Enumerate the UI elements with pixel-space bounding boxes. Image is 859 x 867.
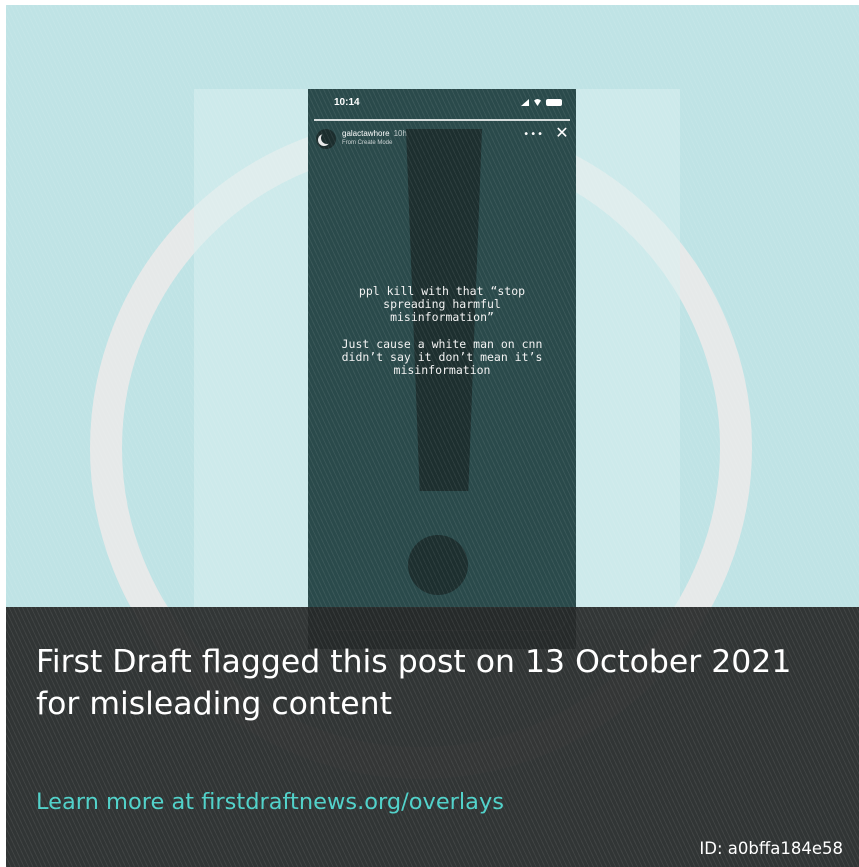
story-text: ppl kill with that “stop spreading harmf…: [332, 285, 552, 391]
battery-icon: [546, 99, 562, 106]
signal-icon: [521, 99, 529, 106]
story-age: 10h: [393, 129, 407, 138]
story-username[interactable]: galactawhore 10h: [342, 129, 407, 138]
status-time: 10:14: [334, 97, 360, 108]
story-subline: From Create Mode: [342, 140, 393, 146]
avatar[interactable]: [316, 129, 336, 149]
flag-overlay-banner: First Draft flagged this post on 13 Octo…: [6, 607, 859, 867]
flagged-post-card: 10:14 galactawhore 10h From Create Mode •…: [6, 5, 859, 867]
status-bar: 10:14: [308, 95, 576, 113]
status-icons: [521, 99, 562, 106]
story-screenshot: 10:14 galactawhore 10h From Create Mode •…: [308, 89, 576, 649]
post-id: ID: a0bffa184e58: [699, 839, 843, 858]
close-icon[interactable]: ✕: [554, 125, 570, 141]
story-progress-bar: [314, 119, 570, 121]
wifi-icon: [533, 99, 542, 106]
more-icon[interactable]: •••: [523, 129, 544, 140]
flag-headline: First Draft flagged this post on 13 Octo…: [36, 644, 792, 722]
story-text-line: Just cause a white man on cnn didn’t say…: [341, 337, 543, 377]
learn-more-link[interactable]: Learn more at firstdraftnews.org/overlay…: [36, 789, 504, 815]
exclamation-mark-dot: [408, 535, 468, 595]
username-text: galactawhore: [342, 129, 390, 138]
story-text-line: ppl kill with that “stop spreading harmf…: [358, 284, 526, 324]
